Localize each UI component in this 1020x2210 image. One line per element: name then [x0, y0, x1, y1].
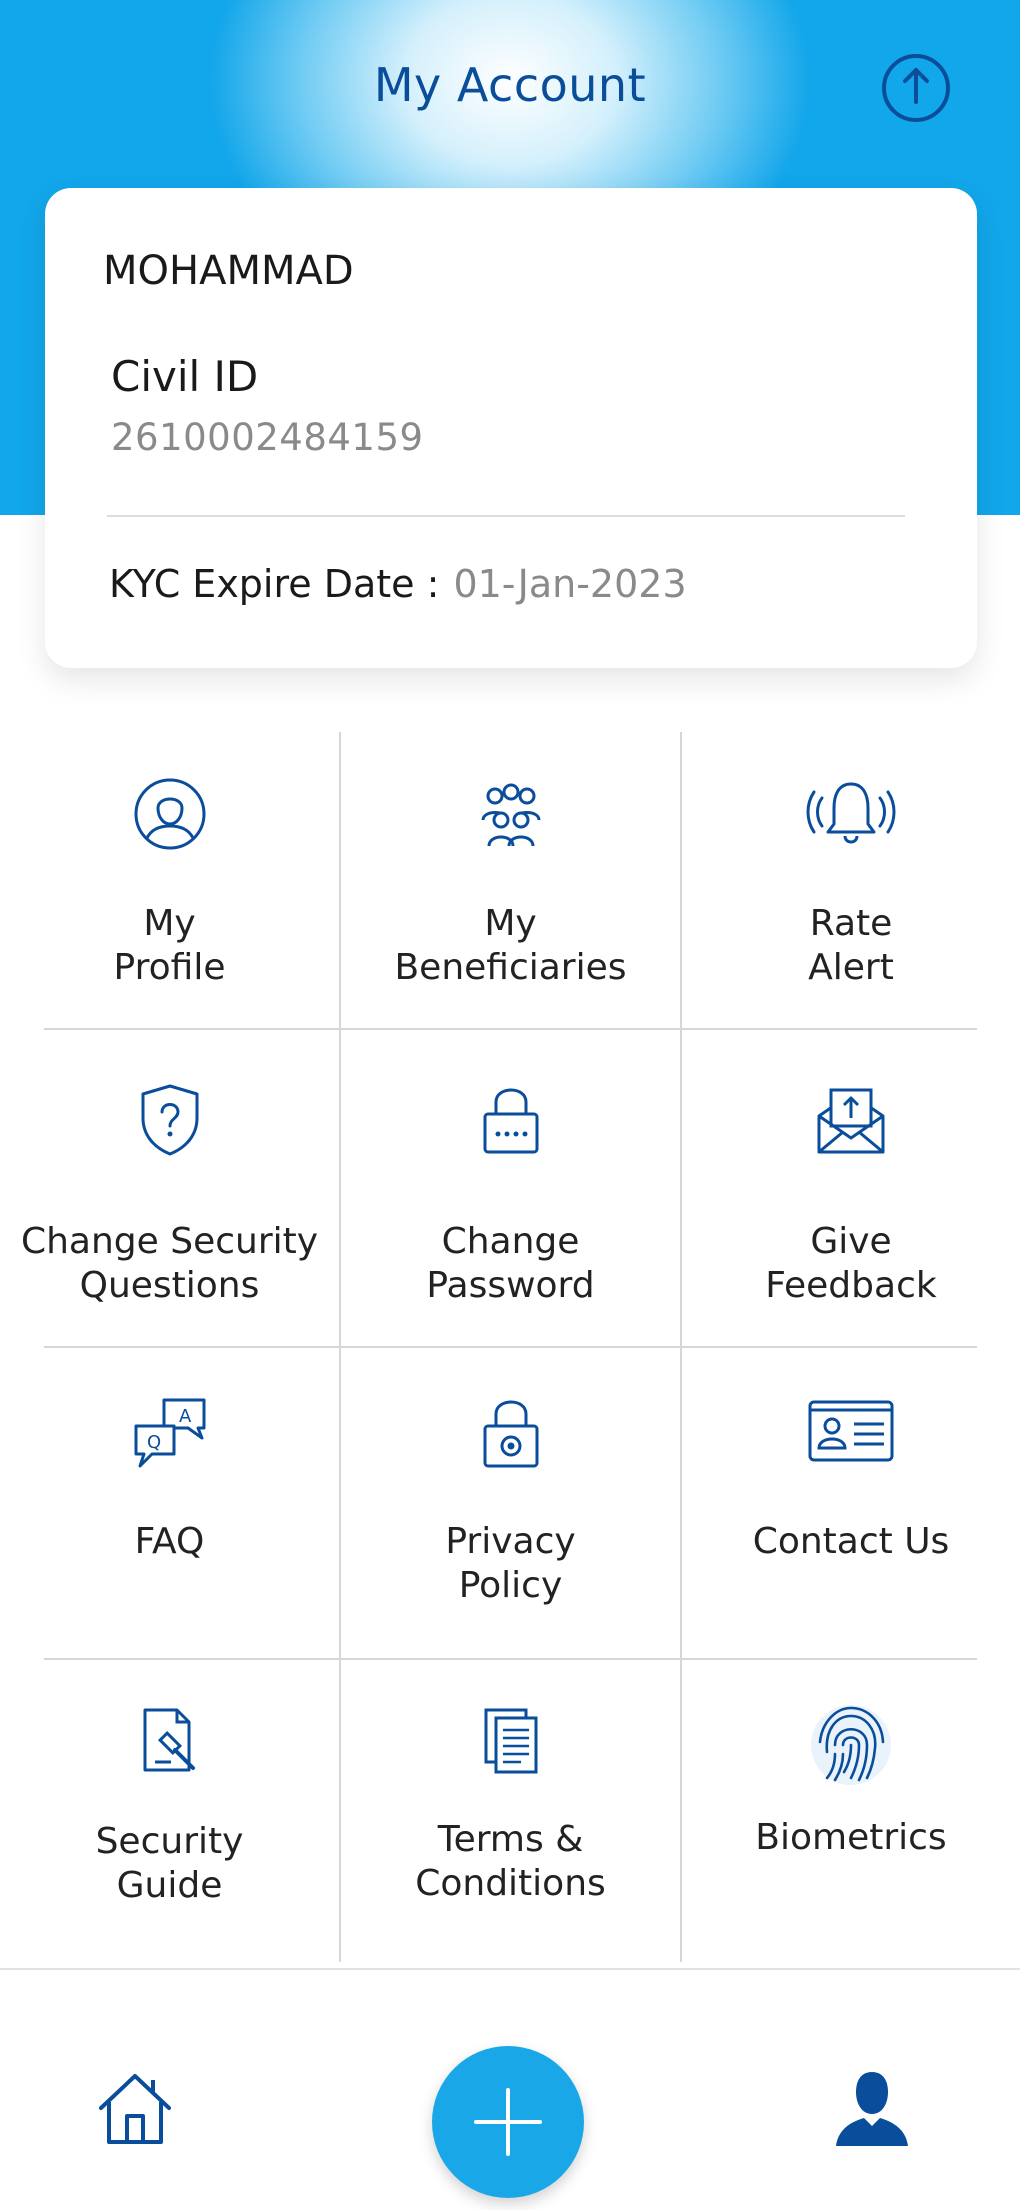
- page-title: My Account: [373, 58, 647, 112]
- svg-text:Q: Q: [147, 1432, 161, 1453]
- menu-item-label: Security Guide: [95, 1821, 244, 1906]
- account-holder-name: MOHAMMAD: [103, 248, 354, 294]
- civil-id-label: Civil ID: [111, 352, 259, 401]
- menu-item-label: Terms & Conditions: [415, 1819, 606, 1904]
- user-profile-icon: [134, 778, 205, 850]
- menu-item-terms-conditions[interactable]: Terms & Conditions: [341, 1660, 680, 1962]
- menu-item-change-password[interactable]: Change Password: [341, 1030, 680, 1346]
- qa-chat-icon: A Q: [134, 1398, 205, 1468]
- home-button[interactable]: [95, 2068, 175, 2148]
- menu-item-privacy-policy[interactable]: Privacy Policy: [341, 1348, 680, 1658]
- menu-item-label: Give Feedback: [765, 1221, 937, 1306]
- power-upload-icon: [882, 54, 950, 122]
- contact-card-icon: [808, 1400, 894, 1462]
- bottom-navigation: [0, 1968, 1020, 2210]
- menu-item-rate-alert[interactable]: Rate Alert: [682, 732, 1020, 1028]
- menu-item-label: Rate Alert: [808, 903, 894, 988]
- menu-item-label: Contact Us: [752, 1521, 950, 1562]
- account-menu-grid: My Profile My Beneficiaries Rate Alert C…: [0, 732, 1020, 1962]
- civil-id-value: 2610002484159: [111, 416, 424, 459]
- lock-eye-icon: [483, 1400, 538, 1468]
- card-divider: [107, 515, 905, 517]
- person-icon: [836, 2072, 908, 2146]
- menu-item-security-guide[interactable]: Security Guide: [0, 1660, 339, 1962]
- plus-icon: [474, 2088, 542, 2156]
- kyc-expire-label: KYC Expire Date :: [109, 562, 440, 606]
- home-icon: [99, 2074, 171, 2144]
- menu-item-give-feedback[interactable]: Give Feedback: [682, 1030, 1020, 1346]
- kyc-expire-value: 01-Jan-2023: [453, 562, 687, 606]
- group-icon: [481, 783, 540, 847]
- add-button[interactable]: [432, 2046, 584, 2198]
- menu-item-label: Biometrics: [755, 1817, 947, 1858]
- bell-ring-icon: [806, 782, 896, 844]
- menu-item-change-security-questions[interactable]: Change Security Questions: [0, 1030, 339, 1346]
- menu-item-contact-us[interactable]: Contact Us: [682, 1348, 1020, 1658]
- menu-item-label: My Profile: [113, 903, 226, 988]
- menu-item-label: Privacy Policy: [445, 1521, 576, 1606]
- menu-item-faq[interactable]: A Q FAQ: [0, 1348, 339, 1658]
- menu-item-my-beneficiaries[interactable]: My Beneficiaries: [341, 732, 680, 1028]
- profile-nav-button[interactable]: [830, 2066, 914, 2150]
- fingerprint-icon: [811, 1705, 891, 1785]
- menu-item-label: My Beneficiaries: [394, 903, 627, 988]
- kyc-expire-row: KYC Expire Date : 01-Jan-2023: [109, 562, 687, 606]
- menu-item-biometrics[interactable]: Biometrics: [682, 1660, 1020, 1962]
- shield-question-icon: [141, 1084, 198, 1156]
- svg-text:A: A: [179, 1406, 192, 1427]
- lock-password-icon: [483, 1088, 538, 1154]
- documents-icon: [484, 1708, 537, 1774]
- menu-item-label: Change Security Questions: [20, 1221, 319, 1306]
- account-card: MOHAMMAD Civil ID 2610002484159 KYC Expi…: [45, 188, 977, 668]
- menu-item-label: Change Password: [426, 1221, 595, 1306]
- document-gavel-icon: [143, 1708, 195, 1772]
- logout-button[interactable]: [880, 52, 952, 124]
- envelope-upload-icon: [817, 1088, 885, 1154]
- menu-item-label: FAQ: [134, 1521, 205, 1562]
- menu-item-my-profile[interactable]: My Profile: [0, 732, 339, 1028]
